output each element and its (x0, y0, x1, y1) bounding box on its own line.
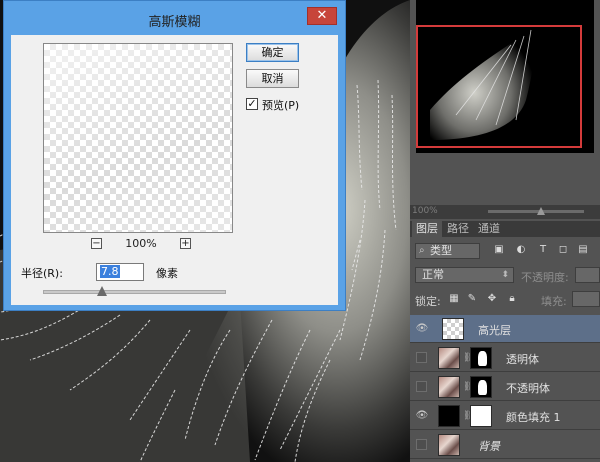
unit-label: 像素 (156, 267, 178, 280)
zoom-in-button[interactable]: + (180, 238, 191, 249)
image-icon[interactable]: ▣ (493, 244, 505, 256)
layer-mask-thumbnail[interactable] (470, 405, 492, 427)
layer-thumbnail (438, 347, 460, 369)
layer-name: 高光层 (478, 324, 511, 337)
layer-thumbnail (442, 318, 464, 340)
chevron-down-icon: ⬍ (501, 270, 509, 280)
radius-slider-track[interactable] (43, 290, 226, 294)
preview-image (44, 44, 232, 232)
layer-row[interactable]: 👁︎ ⛓ 颜色填充 1 (410, 402, 600, 430)
blur-preview[interactable] (43, 43, 233, 233)
navigator-zoom-level[interactable]: 100% (412, 206, 438, 216)
layer-row[interactable]: ⛓ 透明体 (410, 344, 600, 372)
preview-zoom-controls: − 100% + (91, 237, 191, 251)
lock-transparency-icon[interactable]: ▦ (448, 293, 460, 305)
preview-zoom-level: 100% (125, 237, 157, 250)
link-icon: ⛓ (463, 411, 475, 421)
minus-icon: − (92, 238, 101, 249)
preview-checkbox[interactable]: ✓ (246, 98, 258, 110)
layer-list: 👁︎ 高光层 ⛓ 透明体 ⛓ 不透明体 👁︎ ⛓ 颜色填充 1 背景 (410, 315, 600, 462)
lock-label: 锁定: (415, 295, 441, 308)
layer-thumbnail (438, 434, 460, 456)
kind-filter-label: 类型 (430, 244, 452, 257)
adjustment-icon[interactable]: ◐ (515, 244, 527, 256)
layer-mask-thumbnail[interactable] (470, 347, 492, 369)
layer-row[interactable]: ⛓ 不透明体 (410, 373, 600, 401)
lock-all-icon[interactable]: 🔒︎ (506, 293, 518, 305)
layer-mask-thumbnail[interactable] (470, 376, 492, 398)
link-icon: ⛓ (463, 353, 475, 363)
lock-position-icon[interactable]: ✥ (486, 293, 498, 305)
close-button[interactable]: ✕ (307, 7, 337, 25)
tab-paths[interactable]: 路径 (443, 221, 473, 237)
fill-label: 填充: (541, 295, 567, 308)
eye-icon[interactable]: 👁︎ (415, 323, 429, 335)
layers-panel: 图层 路径 通道 ⌕ 类型 ▣ ◐ T ◻ ▤ 正常 ⬍ 不透明度: 锁定: ▦… (410, 219, 600, 462)
gaussian-blur-dialog[interactable]: 高斯模糊 ✕ − 100% + 确定 取消 ✓ 预览(P) 半径(R): 7.8… (3, 0, 346, 311)
layer-name: 颜色填充 1 (506, 411, 561, 424)
navigator-view-box[interactable] (416, 25, 582, 148)
radius-value: 7.8 (100, 265, 120, 278)
navigator-zoom-strip: 100% (410, 205, 600, 219)
blend-mode-value: 正常 (422, 268, 444, 281)
layer-thumbnail (438, 376, 460, 398)
plus-icon: + (181, 238, 190, 249)
link-icon: ⛓ (463, 382, 475, 392)
tab-channels[interactable]: 通道 (474, 221, 504, 237)
radius-row: 半径(R): 7.8 像素 (21, 263, 271, 281)
layer-thumbnail (438, 405, 460, 427)
radius-input[interactable]: 7.8 (96, 263, 144, 281)
radius-label: 半径(R): (21, 267, 63, 280)
fill-input[interactable] (572, 291, 600, 307)
visibility-toggle[interactable] (416, 381, 427, 392)
layer-name: 不透明体 (506, 382, 550, 395)
navigator-panel: 100% (410, 0, 600, 219)
ok-button[interactable]: 确定 (246, 43, 299, 62)
lock-row: 锁定: ▦ ✎ ✥ 🔒︎ 填充: (410, 289, 600, 309)
close-icon: ✕ (316, 8, 328, 23)
blend-row: 正常 ⬍ 不透明度: (410, 265, 600, 285)
cancel-button[interactable]: 取消 (246, 69, 299, 88)
shape-icon[interactable]: ◻ (557, 244, 569, 256)
preview-label: 预览(P) (262, 99, 300, 112)
dialog-titlebar[interactable]: 高斯模糊 ✕ (4, 1, 345, 35)
layer-name: 背景 (478, 440, 500, 453)
eye-icon[interactable]: 👁︎ (415, 410, 429, 422)
layer-row[interactable]: 背景 (410, 431, 600, 459)
type-icon[interactable]: T (537, 244, 549, 256)
opacity-input[interactable] (575, 267, 600, 283)
layer-filter-row: ⌕ 类型 ▣ ◐ T ◻ ▤ (410, 241, 600, 261)
visibility-toggle[interactable] (416, 352, 427, 363)
dialog-client-area: − 100% + 确定 取消 ✓ 预览(P) 半径(R): 7.8 像素 (11, 35, 338, 305)
panel-tabs: 图层 路径 通道 (410, 221, 600, 237)
tab-layers[interactable]: 图层 (412, 221, 442, 237)
dialog-title: 高斯模糊 (148, 15, 201, 30)
layer-row[interactable]: 👁︎ 高光层 (410, 315, 600, 343)
smart-object-icon[interactable]: ▤ (577, 244, 589, 256)
radius-slider-thumb[interactable] (96, 286, 107, 296)
photoshop-workspace: 高斯模糊 ✕ − 100% + 确定 取消 ✓ 预览(P) 半径(R): 7.8… (0, 0, 600, 462)
blend-mode-select[interactable]: 正常 ⬍ (415, 267, 514, 283)
layer-name: 透明体 (506, 353, 539, 366)
visibility-toggle[interactable] (416, 439, 427, 450)
zoom-out-button[interactable]: − (91, 238, 102, 249)
lock-pixels-icon[interactable]: ✎ (466, 293, 478, 305)
opacity-label: 不透明度: (521, 271, 569, 284)
navigator-zoom-slider-thumb[interactable] (536, 207, 545, 215)
checkmark-icon: ✓ (247, 97, 257, 110)
search-icon: ⌕ (419, 245, 425, 256)
kind-filter-select[interactable]: ⌕ 类型 (415, 243, 480, 259)
